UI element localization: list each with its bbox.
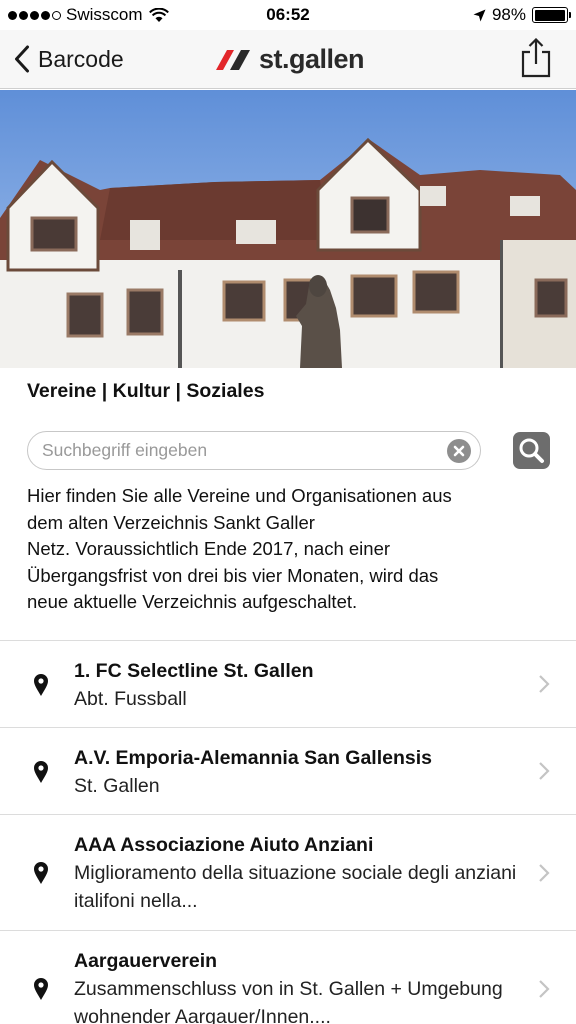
item-subtitle: St. Gallen — [74, 775, 160, 797]
list-item[interactable]: AAA Associazione Aiuto Anziani Miglioram… — [0, 815, 576, 931]
clear-search-button[interactable] — [447, 439, 471, 463]
search-field[interactable] — [27, 431, 481, 470]
chevron-right-icon — [539, 762, 550, 780]
chevron-right-icon — [539, 675, 550, 693]
logo-text: st.gallen — [259, 44, 365, 74]
category-heading: Vereine | Kultur | Soziales — [27, 380, 265, 402]
chevron-right-icon — [539, 864, 550, 882]
item-subtitle: Abt. Fussball — [74, 688, 187, 710]
list-item[interactable]: Aargauerverein Zusammenschluss von in St… — [0, 931, 576, 1024]
chevron-right-icon — [539, 980, 550, 998]
battery-fill — [534, 9, 565, 21]
share-button[interactable] — [520, 37, 552, 78]
list-item[interactable]: A.V. Emporia-Alemannia San Gallensis St.… — [0, 728, 576, 815]
back-button-label: Barcode — [38, 45, 124, 72]
hero-image — [0, 90, 576, 368]
organization-list: 1. FC Selectline St. Gallen Abt. Fussbal… — [0, 640, 576, 1024]
chevron-left-icon — [15, 45, 29, 73]
search-button[interactable] — [513, 432, 550, 469]
location-pin-icon — [34, 761, 48, 783]
item-subtitle: Zusammenschluss von in St. Gallen + Umge… — [74, 978, 503, 1024]
item-title: A.V. Emporia-Alemannia San Gallensis — [74, 747, 432, 769]
item-title: AAA Associazione Aiuto Anziani — [74, 834, 374, 856]
intro-text: Hier finden Sie alle Vereine und Organis… — [27, 485, 452, 612]
st-gallen-logo: st.gallen — [214, 44, 365, 75]
status-bar: Swisscom 06:52 98% — [0, 0, 576, 30]
battery-percent: 98% — [491, 5, 526, 24]
location-pin-icon — [34, 862, 48, 884]
item-subtitle: Miglioramento della situazione sociale d… — [74, 862, 517, 912]
share-icon — [521, 37, 551, 78]
battery-icon — [532, 7, 571, 23]
item-title: Aargauerverein — [74, 950, 218, 972]
back-button[interactable]: Barcode — [14, 42, 124, 76]
location-arrow-icon — [473, 9, 486, 21]
building-photo — [0, 90, 576, 368]
navigation-bar: Barcode st.gallen — [0, 30, 576, 89]
search-input[interactable] — [42, 432, 437, 468]
logo-stripes-icon — [216, 49, 250, 70]
location-pin-icon — [34, 978, 48, 1000]
location-pin-icon — [34, 674, 48, 696]
clear-icon — [453, 445, 465, 457]
list-item[interactable]: 1. FC Selectline St. Gallen Abt. Fussbal… — [0, 641, 576, 728]
item-title: 1. FC Selectline St. Gallen — [74, 660, 314, 682]
search-icon — [519, 438, 544, 463]
status-right: 98% — [473, 5, 571, 25]
